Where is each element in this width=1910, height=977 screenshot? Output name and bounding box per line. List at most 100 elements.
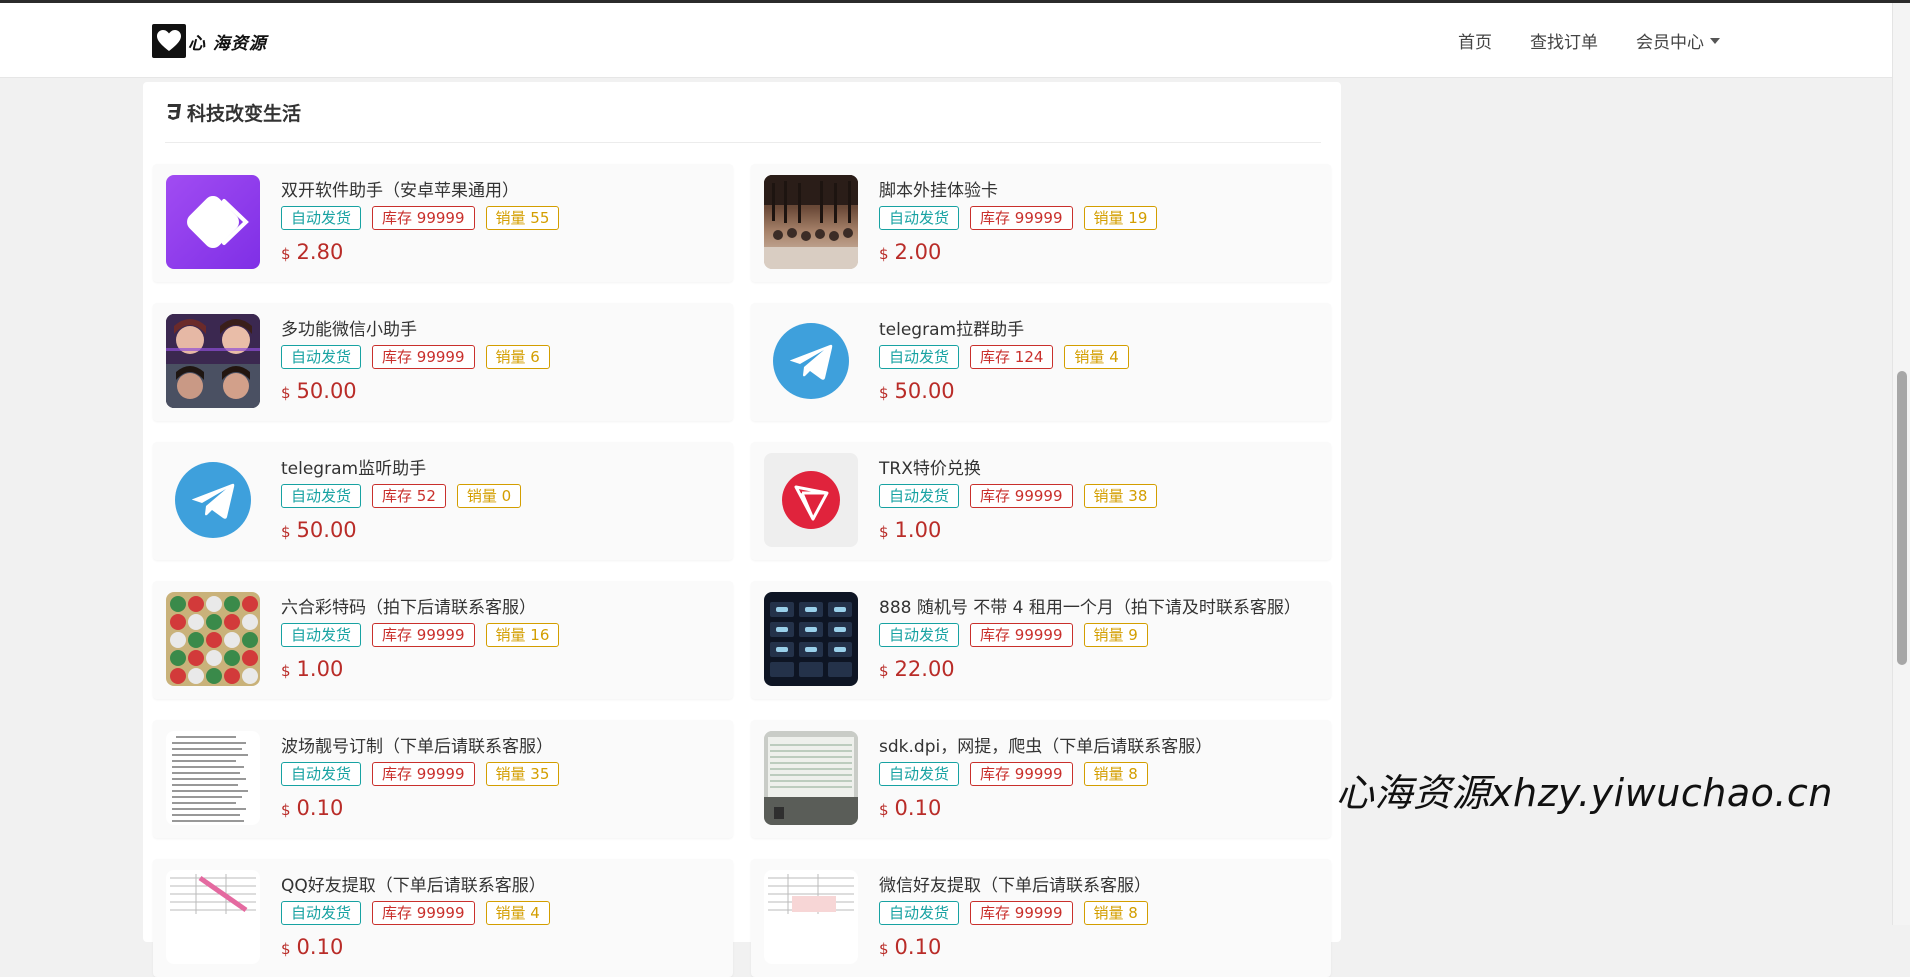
price-value: 0.10 <box>894 935 942 959</box>
stock-tag: 库存 99999 <box>970 206 1073 230</box>
nav-home-link[interactable]: 首页 <box>1458 28 1492 53</box>
sales-tag: 销量 6 <box>485 345 550 369</box>
product-card[interactable]: 888 随机号 不带 4 租用一个月（拍下请及时联系客服） 自动发货 库存 99… <box>751 581 1331 699</box>
sales-tag: 销量 16 <box>485 623 560 647</box>
product-price: $ 2.00 <box>879 240 1168 264</box>
product-info: 微信好友提取（下单后请联系客服） 自动发货 库存 99999 销量 8 $ 0.… <box>879 871 1159 959</box>
product-price: $ 50.00 <box>281 518 532 542</box>
product-name[interactable]: 脚本外挂体验卡 <box>879 176 1168 201</box>
monitor-photo <box>764 731 858 825</box>
product-card[interactable]: 微信好友提取（下单后请联系客服） 自动发货 库存 99999 销量 8 $ 0.… <box>751 859 1331 977</box>
product-name[interactable]: 微信好友提取（下单后请联系客服） <box>879 871 1159 896</box>
product-info: 六合彩特码（拍下后请联系客服） 自动发货 库存 99999 销量 16 $ 1.… <box>281 593 570 681</box>
product-card[interactable]: 多功能微信小助手 自动发货 库存 99999 销量 6 $ 50.00 <box>153 303 733 421</box>
stock-tag: 库存 99999 <box>372 345 475 369</box>
price-value: 22.00 <box>894 657 955 681</box>
product-tags: 自动发货 库存 99999 销量 35 <box>281 762 570 786</box>
page-scrollbar[interactable] <box>1892 3 1910 925</box>
stock-tag: 库存 99999 <box>970 484 1073 508</box>
price-value: 50.00 <box>296 518 357 542</box>
auto-delivery-tag: 自动发货 <box>879 484 960 508</box>
product-tags: 自动发货 库存 52 销量 0 <box>281 484 532 508</box>
product-name[interactable]: telegram拉群助手 <box>879 315 1140 340</box>
stock-tag: 库存 124 <box>970 345 1054 369</box>
brand-name: 心 海资源 <box>188 33 267 54</box>
product-price: $ 0.10 <box>281 935 561 959</box>
sales-tag: 销量 0 <box>456 484 522 508</box>
product-name[interactable]: telegram监听助手 <box>281 454 532 479</box>
sales-tag: 销量 38 <box>1083 484 1158 508</box>
product-tags: 自动发货 库存 99999 销量 16 <box>281 623 570 647</box>
spreadsheet-photo <box>166 870 260 964</box>
auto-delivery-tag: 自动发货 <box>281 206 362 230</box>
product-card[interactable]: telegram监听助手 自动发货 库存 52 销量 0 $ 50.00 <box>153 442 733 560</box>
sales-tag: 销量 4 <box>485 901 550 925</box>
nav-links: 首页 查找订单 会员中心 <box>1420 3 1720 78</box>
product-name[interactable]: 六合彩特码（拍下后请联系客服） <box>281 593 570 618</box>
product-tags: 自动发货 库存 99999 销量 4 <box>281 901 561 925</box>
currency-symbol: $ <box>879 801 889 819</box>
product-price: $ 50.00 <box>281 379 561 403</box>
dual-app-icon <box>166 175 260 269</box>
product-tags: 自动发货 库存 99999 销量 55 <box>281 206 570 230</box>
auto-delivery-tag: 自动发货 <box>281 345 362 369</box>
currency-symbol: $ <box>281 801 291 819</box>
brand-logo[interactable]: 心 海资源 <box>152 24 267 58</box>
stock-tag: 库存 99999 <box>970 901 1073 925</box>
telegram-icon <box>764 314 858 408</box>
currency-symbol: $ <box>281 245 291 263</box>
product-tags: 自动发货 库存 99999 销量 6 <box>281 345 561 369</box>
concert-photo <box>764 175 858 269</box>
product-info: 波场靓号订制（下单后请联系客服） 自动发货 库存 99999 销量 35 $ 0… <box>281 732 570 820</box>
product-name[interactable]: sdk.dpi，网提，爬虫（下单后请联系客服） <box>879 732 1212 757</box>
currency-symbol: $ <box>281 523 291 541</box>
faces-collage-photo <box>166 314 260 408</box>
nav-find-order-link[interactable]: 查找订单 <box>1530 28 1598 53</box>
stock-tag: 库存 99999 <box>970 762 1073 786</box>
product-card[interactable]: TRX特价兑换 自动发货 库存 99999 销量 38 $ 1.00 <box>751 442 1331 560</box>
product-card[interactable]: 脚本外挂体验卡 自动发货 库存 99999 销量 19 $ 2.00 <box>751 164 1331 282</box>
price-value: 2.80 <box>296 240 344 264</box>
product-card[interactable]: 波场靓号订制（下单后请联系客服） 自动发货 库存 99999 销量 35 $ 0… <box>153 720 733 838</box>
product-name[interactable]: 双开软件助手（安卓苹果通用） <box>281 176 570 201</box>
caret-down-icon <box>1710 37 1720 44</box>
product-tags: 自动发货 库存 99999 销量 8 <box>879 762 1212 786</box>
product-info: TRX特价兑换 自动发货 库存 99999 销量 38 $ 1.00 <box>879 454 1168 542</box>
product-info: telegram监听助手 自动发货 库存 52 销量 0 $ 50.00 <box>281 454 532 542</box>
price-value: 50.00 <box>894 379 955 403</box>
product-price: $ 0.10 <box>879 935 1159 959</box>
sales-tag: 销量 9 <box>1083 623 1148 647</box>
product-tags: 自动发货 库存 99999 销量 38 <box>879 484 1168 508</box>
auto-delivery-tag: 自动发货 <box>281 623 362 647</box>
lottery-balls-photo <box>166 592 260 686</box>
nav-member-center-dropdown[interactable]: 会员中心 <box>1636 28 1720 53</box>
product-price: $ 2.80 <box>281 240 570 264</box>
product-name[interactable]: QQ好友提取（下单后请联系客服） <box>281 871 561 896</box>
product-info: 多功能微信小助手 自动发货 库存 99999 销量 6 $ 50.00 <box>281 315 561 403</box>
product-card[interactable]: telegram拉群助手 自动发货 库存 124 销量 4 $ 50.00 <box>751 303 1331 421</box>
price-value: 1.00 <box>296 657 344 681</box>
product-card[interactable]: 双开软件助手（安卓苹果通用） 自动发货 库存 99999 销量 55 $ 2.8… <box>153 164 733 282</box>
product-name[interactable]: 波场靓号订制（下单后请联系客服） <box>281 732 570 757</box>
auto-delivery-tag: 自动发货 <box>879 901 960 925</box>
sales-tag: 销量 35 <box>485 762 560 786</box>
price-value: 1.00 <box>894 518 942 542</box>
heart-logo-icon <box>152 24 186 58</box>
price-value: 0.10 <box>296 935 344 959</box>
product-name[interactable]: 888 随机号 不带 4 租用一个月（拍下请及时联系客服） <box>879 593 1301 618</box>
product-info: sdk.dpi，网提，爬虫（下单后请联系客服） 自动发货 库存 99999 销量… <box>879 732 1212 820</box>
auto-delivery-tag: 自动发货 <box>281 762 362 786</box>
auto-delivery-tag: 自动发货 <box>879 206 960 230</box>
product-name[interactable]: TRX特价兑换 <box>879 454 1168 479</box>
scrollbar-thumb[interactable] <box>1897 371 1907 665</box>
product-card[interactable]: 六合彩特码（拍下后请联系客服） 自动发货 库存 99999 销量 16 $ 1.… <box>153 581 733 699</box>
product-card[interactable]: sdk.dpi，网提，爬虫（下单后请联系客服） 自动发货 库存 99999 销量… <box>751 720 1331 838</box>
product-info: telegram拉群助手 自动发货 库存 124 销量 4 $ 50.00 <box>879 315 1140 403</box>
sales-tag: 销量 8 <box>1083 901 1148 925</box>
telegram-icon <box>166 453 260 547</box>
product-name[interactable]: 多功能微信小助手 <box>281 315 561 340</box>
top-navbar: 心 海资源 首页 查找订单 会员中心 <box>0 3 1892 78</box>
spreadsheet-photo <box>764 870 858 964</box>
product-card[interactable]: QQ好友提取（下单后请联系客服） 自动发货 库存 99999 销量 4 $ 0.… <box>153 859 733 977</box>
currency-symbol: $ <box>879 384 889 402</box>
